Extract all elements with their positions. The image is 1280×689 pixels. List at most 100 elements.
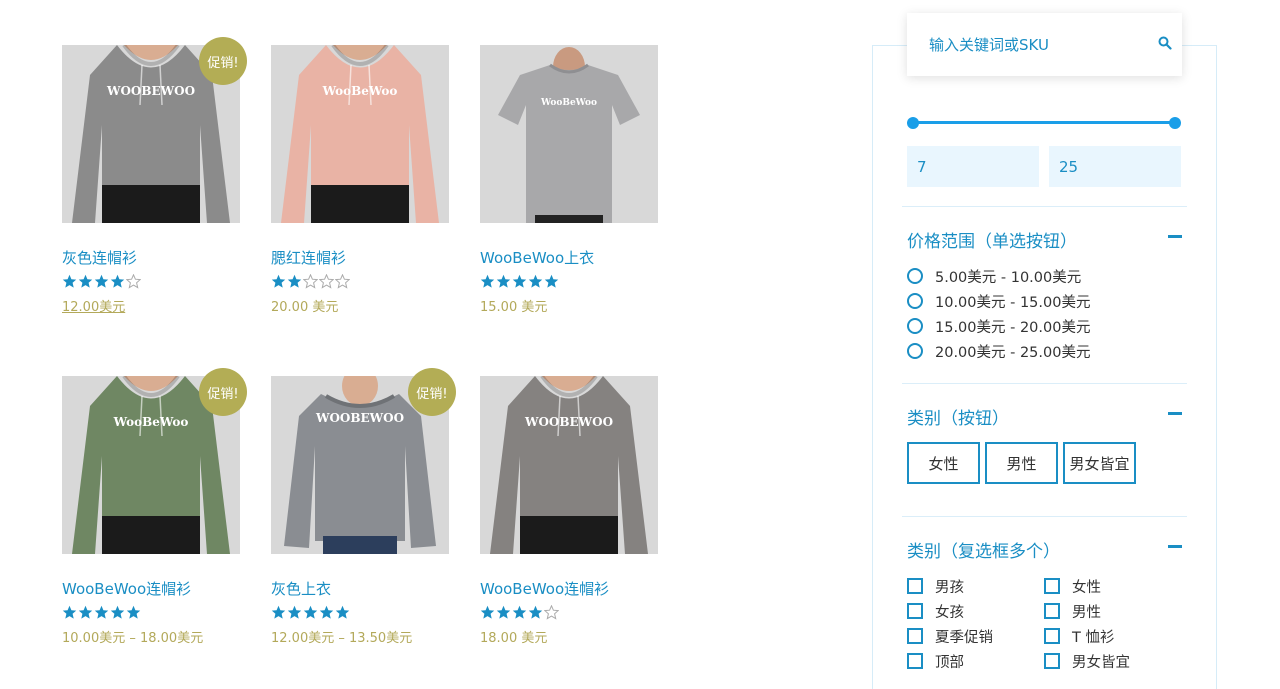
checkbox[interactable] [1044, 578, 1060, 594]
product-title[interactable]: 灰色上衣 [271, 578, 449, 599]
product-title[interactable]: 灰色连帽衫 [62, 247, 240, 268]
divider [902, 383, 1187, 384]
star-filled-icon [287, 274, 302, 288]
price-radio-option[interactable]: 20.00美元 - 25.00美元 [907, 341, 1090, 361]
star-filled-icon [78, 605, 93, 619]
star-filled-icon [544, 274, 559, 288]
star-empty-icon [303, 274, 318, 289]
collapse-icon[interactable] [1168, 235, 1182, 238]
product-title[interactable]: WooBeWoo连帽衫 [62, 578, 240, 599]
product-title[interactable]: 腮红连帽衫 [271, 247, 449, 268]
checkbox-option[interactable]: T 恤衫 [1044, 626, 1114, 646]
category-checkbox-title[interactable]: 类别（复选框多个） [907, 537, 1060, 562]
star-rating [480, 274, 658, 290]
radio-button[interactable] [907, 268, 923, 284]
star-filled-icon [319, 605, 334, 619]
garment-print: WOOBEWOO [524, 415, 613, 429]
radio-button[interactable] [907, 318, 923, 334]
star-filled-icon [94, 274, 109, 288]
checkbox[interactable] [1044, 653, 1060, 669]
radio-button[interactable] [907, 293, 923, 309]
star-filled-icon [480, 274, 495, 288]
star-rating [62, 605, 240, 621]
category-button-women[interactable]: 女性 [907, 442, 980, 484]
star-filled-icon [271, 605, 286, 619]
star-rating [271, 605, 449, 621]
collapse-icon[interactable] [1168, 545, 1182, 548]
product-title[interactable]: WooBeWoo上衣 [480, 247, 658, 268]
garment-print: WooBeWoo [322, 84, 398, 98]
sale-badge: 促销! [408, 368, 456, 416]
star-filled-icon [496, 605, 511, 619]
price-max-field[interactable]: 25 [1049, 146, 1181, 187]
category-button-unisex[interactable]: 男女皆宜 [1063, 442, 1136, 484]
checkbox-option[interactable]: 男性 [1044, 601, 1101, 621]
star-filled-icon [496, 274, 511, 288]
star-filled-icon [335, 605, 350, 619]
star-filled-icon [271, 274, 286, 288]
checkbox[interactable] [907, 653, 923, 669]
divider [902, 206, 1187, 207]
product-card[interactable]: WooBeWoo 腮红连帽衫 20.00 美元 [271, 45, 449, 315]
star-empty-icon [319, 274, 334, 289]
sale-badge: 促销! [199, 37, 247, 85]
checkbox[interactable] [907, 578, 923, 594]
price-range-title[interactable]: 价格范围（单选按钮） [907, 227, 1077, 252]
product-price: 20.00 美元 [271, 300, 339, 315]
checkbox-option[interactable]: 男女皆宜 [1044, 651, 1130, 671]
star-filled-icon [110, 605, 125, 619]
price-radio-option[interactable]: 5.00美元 - 10.00美元 [907, 266, 1081, 286]
star-filled-icon [78, 274, 93, 288]
sale-badge: 促销! [199, 368, 247, 416]
checkbox-option[interactable]: 夏季促销 [907, 626, 993, 646]
price-min-field[interactable]: 7 [907, 146, 1039, 187]
checkbox[interactable] [1044, 603, 1060, 619]
price-slider-track[interactable] [913, 121, 1175, 124]
product-image[interactable]: WooBeWoo [480, 45, 658, 223]
star-empty-icon [126, 274, 141, 289]
checkbox[interactable] [907, 628, 923, 644]
collapse-icon[interactable] [1168, 412, 1182, 415]
price-slider-min-handle[interactable] [907, 117, 919, 129]
star-filled-icon [94, 605, 109, 619]
product-card[interactable]: WOOBEWOO 促销! 灰色上衣 12.00美元 – 13.50美元 [271, 368, 456, 646]
product-card[interactable]: WooBeWoo 促销! WooBeWoo连帽衫 10.00美元 – 18.00… [62, 368, 247, 646]
star-filled-icon [528, 274, 543, 288]
checkbox-option[interactable]: 女性 [1044, 576, 1101, 596]
price-radio-option[interactable]: 15.00美元 - 20.00美元 [907, 316, 1090, 336]
product-card[interactable]: WOOBEWOO 促销! 灰色连帽衫 12.00美元 [62, 37, 247, 315]
checkbox[interactable] [907, 603, 923, 619]
product-card[interactable]: WooBeWoo WooBeWoo上衣 15.00 美元 [480, 45, 658, 315]
search-input[interactable] [929, 35, 1158, 54]
price-radio-option[interactable]: 10.00美元 - 15.00美元 [907, 291, 1090, 311]
star-rating [480, 605, 658, 621]
star-filled-icon [62, 605, 77, 619]
star-filled-icon [110, 274, 125, 288]
search-icon[interactable] [1158, 35, 1172, 54]
star-rating [271, 274, 449, 290]
radio-button[interactable] [907, 343, 923, 359]
star-filled-icon [480, 605, 495, 619]
product-image[interactable]: WOOBEWOO [480, 376, 658, 554]
category-buttons-title[interactable]: 类别（按钮） [907, 404, 1009, 429]
star-filled-icon [528, 605, 543, 619]
product-price: 12.00美元 [62, 300, 126, 315]
checkbox-option[interactable]: 男孩 [907, 576, 964, 596]
checkbox-option[interactable]: 女孩 [907, 601, 964, 621]
garment-print: WooBeWoo [540, 98, 597, 108]
product-card[interactable]: WOOBEWOO WooBeWoo连帽衫 18.00 美元 [480, 376, 658, 646]
search-box[interactable] [907, 13, 1182, 76]
checkbox[interactable] [1044, 628, 1060, 644]
star-empty-icon [544, 605, 559, 620]
checkbox-option[interactable]: 顶部 [907, 651, 964, 671]
product-image[interactable]: WooBeWoo [271, 45, 449, 223]
garment-print: WOOBEWOO [315, 411, 404, 425]
product-price: 12.00美元 – 13.50美元 [271, 631, 413, 646]
star-empty-icon [335, 274, 350, 289]
star-filled-icon [287, 605, 302, 619]
star-filled-icon [303, 605, 318, 619]
product-title[interactable]: WooBeWoo连帽衫 [480, 578, 658, 599]
price-slider-max-handle[interactable] [1169, 117, 1181, 129]
star-filled-icon [126, 605, 141, 619]
category-button-men[interactable]: 男性 [985, 442, 1058, 484]
